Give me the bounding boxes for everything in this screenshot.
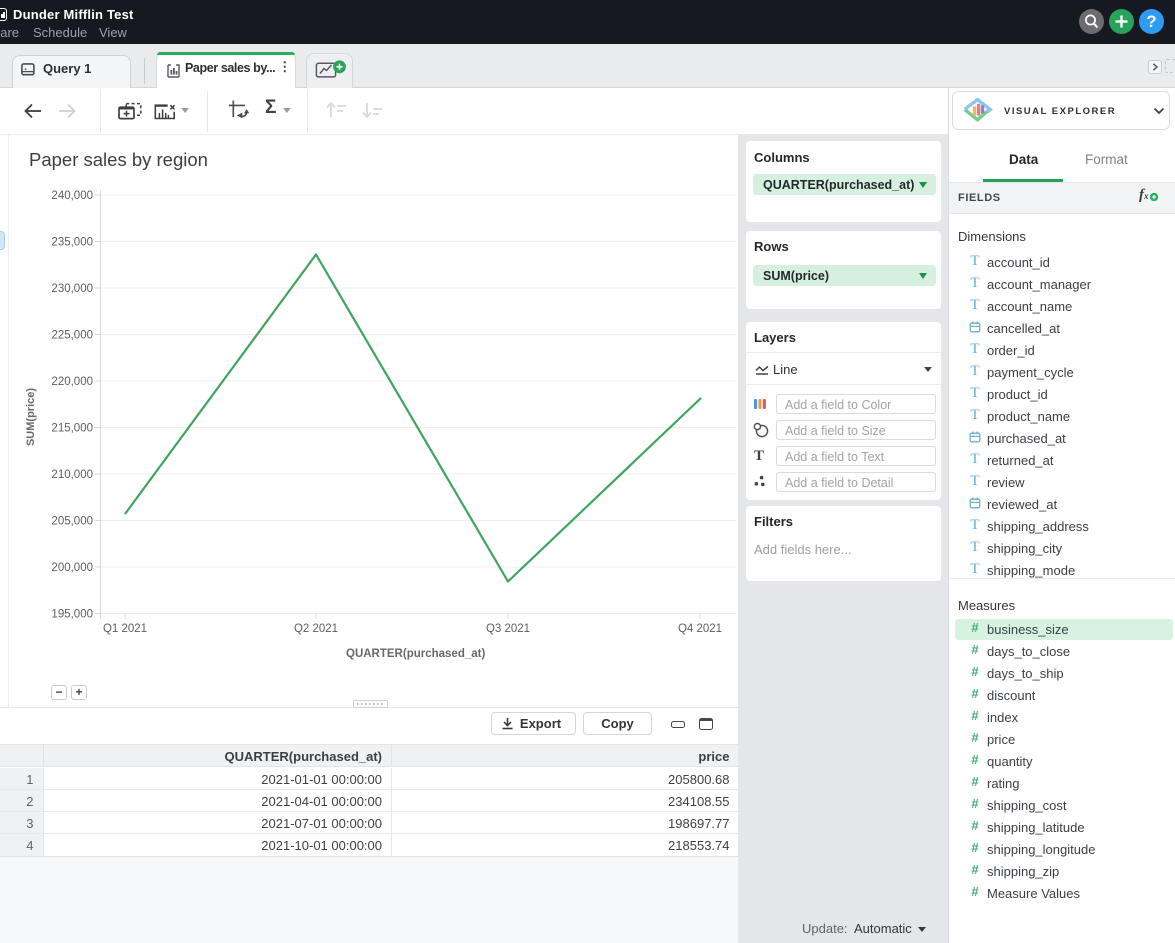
svg-text:225,000: 225,000 xyxy=(51,330,93,342)
svg-text:210,000: 210,000 xyxy=(51,469,93,481)
svg-text:Q2 2021: Q2 2021 xyxy=(294,623,338,635)
svg-text:Q3 2021: Q3 2021 xyxy=(486,623,530,635)
svg-text:Q1 2021: Q1 2021 xyxy=(103,623,147,635)
svg-text:240,000: 240,000 xyxy=(51,190,93,202)
svg-text:220,000: 220,000 xyxy=(51,376,93,388)
svg-text:215,000: 215,000 xyxy=(51,423,93,435)
svg-text:235,000: 235,000 xyxy=(51,237,93,249)
svg-text:200,000: 200,000 xyxy=(51,562,93,574)
svg-text:230,000: 230,000 xyxy=(51,283,93,295)
svg-text:Q4 2021: Q4 2021 xyxy=(678,623,722,635)
svg-text:205,000: 205,000 xyxy=(51,516,93,528)
svg-text:195,000: 195,000 xyxy=(51,609,93,621)
